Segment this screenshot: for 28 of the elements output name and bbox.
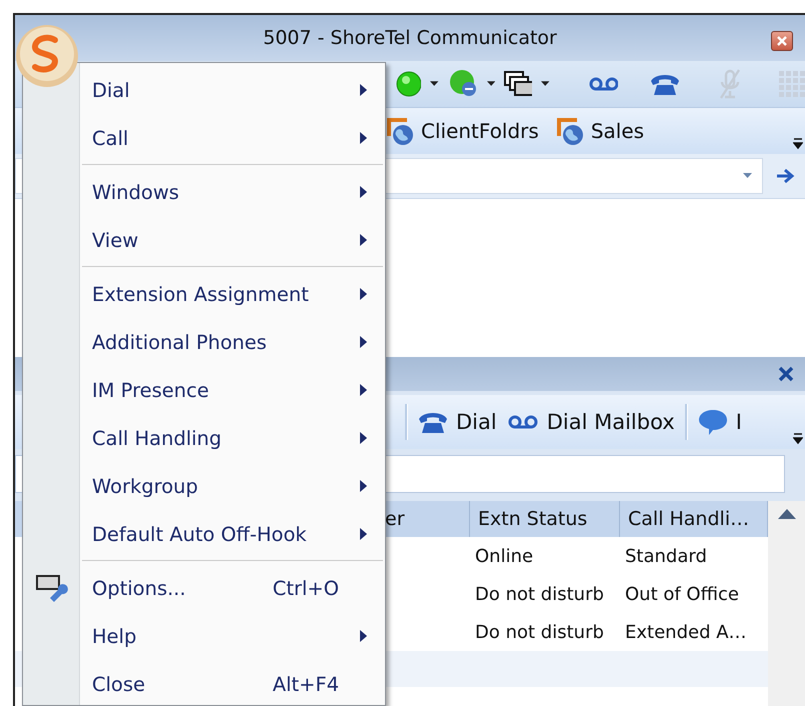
column-header[interactable]: Extn Status [470,501,620,537]
table-cell-text: Standard [624,544,708,568]
toolbar-button[interactable]: Dial Mailbox [506,410,675,434]
table-cell-text: Do not disturb [474,620,605,644]
menu-item[interactable]: Close Alt+F4 [82,660,383,706]
menu-item[interactable]: Call Handling [82,414,383,462]
menu-item[interactable]: Additional Phones [82,318,383,366]
window-title: 5007 - ShoreTel Communicator [263,27,557,49]
menu-item[interactable]: View [82,216,383,264]
quick-dial-button[interactable]: Sales [590,119,644,143]
menu-item[interactable]: Dial [82,66,383,114]
quick-dial-button[interactable]: ClientFoldrs [421,119,539,143]
menu-item[interactable]: IM Presence [82,366,383,414]
menu-item[interactable]: Call [82,114,383,162]
menu-item[interactable]: Extension Assignment [82,270,383,318]
table-cell-text: Extended A… [624,620,748,644]
menu-item[interactable]: Default Auto Off-Hook [82,510,383,558]
table-cell-text: Out of Office [624,582,740,606]
table-cell-text: Online [474,544,534,568]
im-button[interactable]: I [698,408,742,436]
toolbar-button[interactable]: Dial [418,410,497,434]
table-cell-text: Do not disturb [474,582,605,606]
menu-item[interactable]: Windows [82,168,383,216]
shortcut-label: Alt+F4 [272,672,339,696]
menu-item[interactable]: Options... Ctrl+O [82,564,383,612]
menu-item[interactable]: Help [82,612,383,660]
shortcut-label: Ctrl+O [272,576,339,600]
menu-item[interactable]: Workgroup [82,462,383,510]
